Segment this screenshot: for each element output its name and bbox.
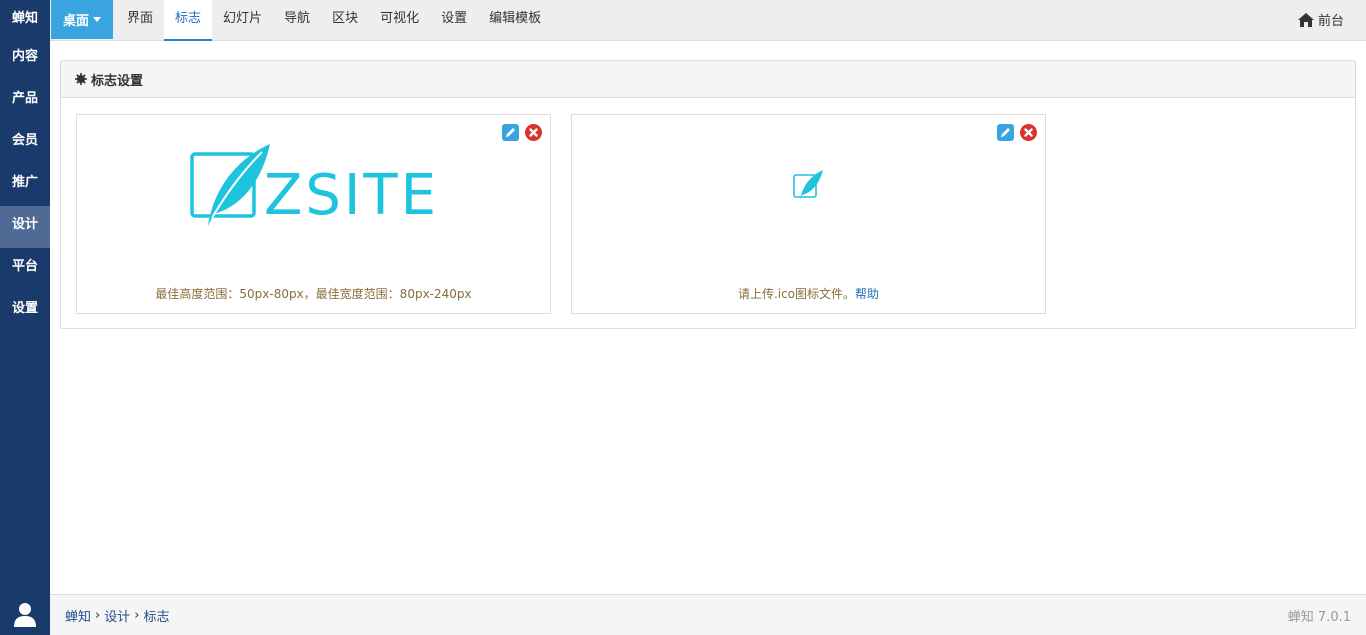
- feather-icon: [793, 170, 823, 200]
- favicon-card: 请上传.ico图标文件。帮助: [571, 114, 1046, 314]
- delete-icon[interactable]: [525, 124, 542, 141]
- edit-pencil-icon[interactable]: [502, 124, 519, 141]
- frontend-link[interactable]: 前台: [1297, 0, 1344, 39]
- user-icon: [14, 603, 36, 627]
- top-nav: 桌面 界面 标志 幻灯片 导航 区块 可视化 设置 编辑模板 前台: [50, 0, 1366, 41]
- logo-settings-panel: 标志设置 ZSITE 最佳高度范围：50px-80px，最佳宽度范围：80px-…: [60, 60, 1356, 329]
- panel-header: 标志设置: [61, 61, 1355, 98]
- favicon-card-actions: [997, 124, 1037, 141]
- sidebar-item-design[interactable]: 设计: [0, 206, 50, 248]
- logo-card: ZSITE 最佳高度范围：50px-80px，最佳宽度范围：80px-240px: [76, 114, 551, 314]
- favicon-hint: 请上传.ico图标文件。帮助: [572, 285, 1045, 302]
- tab-slides[interactable]: 幻灯片: [212, 0, 273, 40]
- desktop-menu-label: 桌面: [62, 14, 89, 29]
- footer: 蝉知 › 设计 › 标志 蝉知 7.0.1: [50, 594, 1366, 635]
- sidebar-brand[interactable]: 蝉知: [0, 0, 50, 38]
- logo-text: ZSITE: [264, 163, 439, 228]
- site-logo-image: ZSITE: [190, 142, 450, 236]
- user-menu[interactable]: [0, 593, 50, 635]
- favicon-image: [793, 169, 825, 205]
- sidebar-item-platform[interactable]: 平台: [0, 248, 50, 290]
- sidebar: 蝉知 内容 产品 会员 推广 设计 平台 设置: [0, 0, 50, 635]
- desktop-menu-button[interactable]: 桌面: [51, 0, 113, 39]
- tab-settings[interactable]: 设置: [430, 0, 478, 40]
- sidebar-item-settings[interactable]: 设置: [0, 290, 50, 332]
- design-tabs: 界面 标志 幻灯片 导航 区块 可视化 设置 编辑模板: [116, 0, 552, 41]
- tab-blocks[interactable]: 区块: [321, 0, 369, 40]
- breadcrumb: 蝉知 › 设计 › 标志: [65, 606, 169, 625]
- help-link[interactable]: 帮助: [855, 287, 879, 301]
- gear-icon: [75, 73, 87, 85]
- tab-logo[interactable]: 标志: [164, 0, 213, 41]
- breadcrumb-item[interactable]: 设计: [104, 606, 130, 625]
- sidebar-item-promotion[interactable]: 推广: [0, 164, 50, 206]
- frontend-label: 前台: [1317, 14, 1344, 29]
- tab-ui[interactable]: 界面: [116, 0, 164, 40]
- tab-navigation[interactable]: 导航: [273, 0, 321, 40]
- edit-pencil-icon[interactable]: [997, 124, 1014, 141]
- chevron-right-icon: ›: [95, 607, 101, 623]
- breadcrumb-item[interactable]: 蝉知: [65, 606, 91, 625]
- logo-card-actions: [502, 124, 542, 141]
- caret-down-icon: [93, 17, 101, 22]
- favicon-hint-text: 请上传.ico图标文件。: [737, 287, 856, 301]
- sidebar-item-content[interactable]: 内容: [0, 38, 50, 80]
- tab-visual[interactable]: 可视化: [369, 0, 430, 40]
- version-label: 蝉知 7.0.1: [1287, 609, 1351, 625]
- feather-icon: [208, 144, 270, 226]
- chevron-right-icon: ›: [134, 607, 140, 623]
- home-icon: [1297, 12, 1314, 27]
- delete-icon[interactable]: [1020, 124, 1037, 141]
- sidebar-item-members[interactable]: 会员: [0, 122, 50, 164]
- logo-size-hint: 最佳高度范围：50px-80px，最佳宽度范围：80px-240px: [155, 287, 472, 301]
- sidebar-item-products[interactable]: 产品: [0, 80, 50, 122]
- tab-edit-template[interactable]: 编辑模板: [478, 0, 552, 40]
- panel-title: 标志设置: [91, 73, 144, 89]
- breadcrumb-item: 标志: [143, 609, 170, 625]
